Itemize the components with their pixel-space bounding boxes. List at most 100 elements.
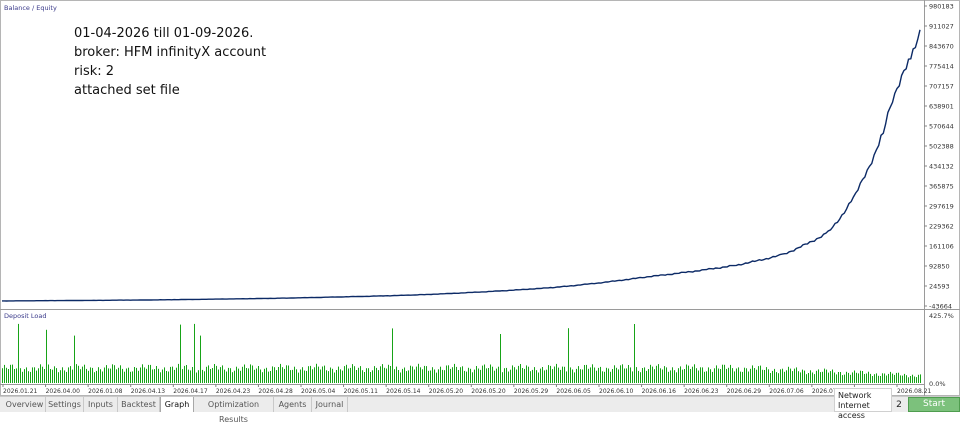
load-bar: [178, 363, 179, 383]
load-bar: [654, 369, 655, 383]
start-button[interactable]: Start: [908, 397, 960, 412]
load-bar: [138, 370, 139, 383]
load-bar: [554, 366, 555, 383]
load-bar: [440, 366, 441, 383]
load-bar: [648, 369, 649, 383]
tab-settings[interactable]: Settings: [46, 397, 84, 412]
load-bar: [458, 370, 459, 383]
load-bar: [756, 369, 757, 383]
load-bar: [164, 367, 165, 383]
load-bar: [720, 369, 721, 383]
y-tick-label: 911027: [929, 23, 954, 31]
load-bar: [534, 367, 535, 383]
load-bar: [326, 370, 327, 383]
load-bar: [384, 367, 385, 383]
load-bar: [424, 365, 425, 383]
load-bar: [634, 324, 635, 383]
load-bar: [372, 370, 373, 383]
annotation-period: 01-04-2026 till 01-09-2026.: [74, 26, 254, 41]
x-tick-label: 2026.07.06: [769, 388, 804, 395]
load-bar: [776, 372, 777, 383]
load-bar: [368, 368, 369, 383]
tab-overview[interactable]: Overview: [4, 397, 46, 412]
load-bar: [558, 367, 559, 383]
x-tick-label: 2026.04.28: [258, 388, 293, 395]
x-tick-label: 2026.04.23: [216, 388, 251, 395]
load-bar: [382, 364, 383, 383]
load-bar: [44, 369, 45, 383]
load-bar: [56, 368, 57, 383]
load-bar: [468, 367, 469, 383]
tab-backtest[interactable]: Backtest: [118, 397, 160, 412]
x-tick-label: 2026.06.23: [684, 388, 719, 395]
load-bar: [666, 367, 667, 383]
load-bar: [464, 370, 465, 383]
agent-count: 2: [896, 400, 902, 410]
tab-journal[interactable]: Journal: [312, 397, 348, 412]
load-bar: [834, 372, 835, 383]
load-bar: [760, 365, 761, 383]
load-bar: [150, 364, 151, 383]
load-bar: [514, 367, 515, 383]
load-bar: [920, 374, 921, 383]
load-bar: [180, 324, 181, 383]
load-bar: [206, 366, 207, 383]
load-bar: [736, 368, 737, 383]
load-bar: [406, 371, 407, 383]
load-bar: [748, 371, 749, 383]
load-bar: [876, 373, 877, 383]
tab-graph[interactable]: Graph: [160, 397, 194, 412]
load-bar: [418, 363, 419, 383]
load-bar: [340, 369, 341, 383]
load-bar: [566, 371, 567, 383]
tab-agents[interactable]: Agents: [274, 397, 312, 412]
load-bar: [690, 369, 691, 383]
load-bar: [20, 368, 21, 383]
annotation-risk: risk: 2: [74, 64, 115, 79]
y-tick-label: 297619: [929, 203, 954, 211]
load-bar: [878, 375, 879, 383]
load-bar: [306, 370, 307, 383]
load-bar: [644, 367, 645, 383]
load-bar: [4, 364, 5, 383]
load-bar: [460, 367, 461, 383]
load-bar: [730, 364, 731, 383]
load-bar: [906, 375, 907, 383]
load-bar: [698, 370, 699, 383]
load-bar: [8, 369, 9, 383]
load-bar: [216, 365, 217, 383]
load-tick-label: 0.0%: [929, 380, 946, 388]
tab-inputs[interactable]: Inputs: [84, 397, 118, 412]
load-bar: [696, 368, 697, 383]
load-bar: [392, 328, 393, 383]
load-bar: [536, 370, 537, 383]
load-bar: [492, 366, 493, 383]
load-bar: [684, 369, 685, 383]
y-tick-label: 502388: [929, 143, 954, 151]
load-bar: [806, 374, 807, 383]
load-bar: [898, 372, 899, 383]
load-bar: [786, 370, 787, 383]
load-bar: [196, 372, 197, 383]
load-bar: [862, 371, 863, 383]
load-bar: [668, 371, 669, 383]
load-bar: [272, 366, 273, 383]
load-bar: [444, 370, 445, 383]
load-bar: [176, 367, 177, 383]
load-bar: [712, 371, 713, 383]
load-bar: [280, 363, 281, 383]
load-bar: [848, 372, 849, 383]
load-bar: [580, 369, 581, 383]
y-tick-label: 638901: [929, 103, 954, 111]
tab-optimization-results[interactable]: Optimization Results: [194, 397, 274, 424]
load-bar: [78, 365, 79, 383]
load-bar: [766, 367, 767, 383]
load-bar: [314, 367, 315, 383]
load-bar: [74, 335, 75, 383]
load-bar: [636, 367, 637, 383]
load-bar: [214, 364, 215, 383]
load-bar: [376, 367, 377, 383]
load-bar: [818, 369, 819, 383]
load-bar: [344, 366, 345, 383]
x-tick-label: 2026.05.20: [471, 388, 506, 395]
